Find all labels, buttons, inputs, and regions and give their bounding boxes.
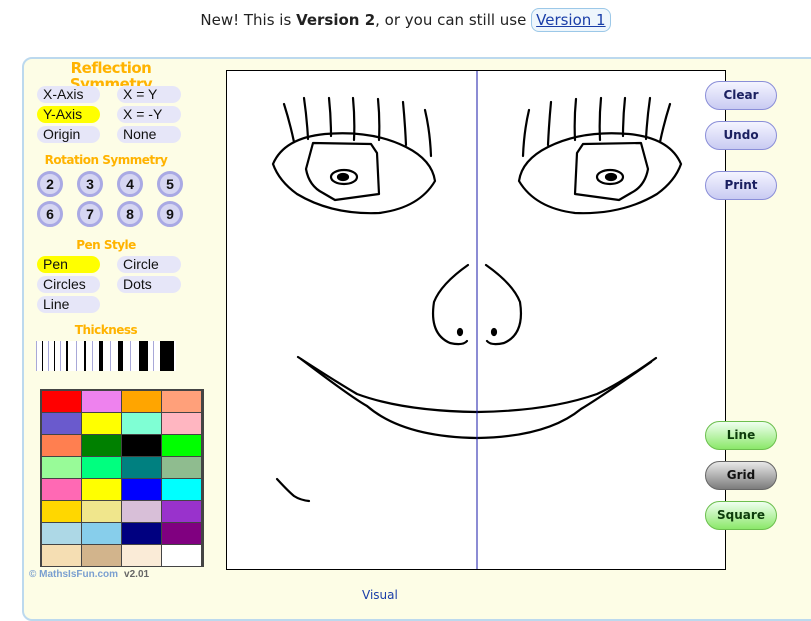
square-button[interactable]: Square <box>705 501 777 530</box>
color-swatch[interactable] <box>42 479 81 500</box>
version-1-link[interactable]: Version 1 <box>531 8 611 32</box>
reflection-x-axis[interactable]: X-Axis <box>37 86 100 103</box>
footer-version: v2.01 <box>124 569 150 580</box>
color-swatch[interactable] <box>162 501 201 522</box>
bottom-link[interactable]: Visual <box>362 588 398 602</box>
color-swatch[interactable] <box>42 501 81 522</box>
color-swatch[interactable] <box>42 457 81 478</box>
thickness-6[interactable] <box>118 341 123 371</box>
pen-style-dots[interactable]: Dots <box>117 276 181 293</box>
rotation-6[interactable]: 6 <box>37 201 63 227</box>
color-swatch[interactable] <box>122 391 161 412</box>
color-swatch[interactable] <box>162 545 201 566</box>
footer: © MathsIsFun.com v2.01 <box>29 569 149 580</box>
color-swatch[interactable] <box>162 457 201 478</box>
thickness-4[interactable] <box>84 341 86 371</box>
rotation-title: Rotation Symmetry <box>44 153 168 167</box>
color-swatch[interactable] <box>42 545 81 566</box>
pen-style-pen[interactable]: Pen <box>37 256 100 273</box>
color-swatch[interactable] <box>42 523 81 544</box>
print-button[interactable]: Print <box>705 171 777 200</box>
drawing <box>271 71 683 569</box>
color-swatch[interactable] <box>82 545 121 566</box>
thickness-title: Thickness <box>74 323 138 337</box>
drawing-canvas[interactable] <box>226 70 726 570</box>
color-swatch[interactable] <box>82 391 121 412</box>
color-swatch[interactable] <box>122 479 161 500</box>
notice-middle: , or you can still use <box>375 11 532 29</box>
reflection-title: Reflection Symmetry <box>69 60 153 86</box>
color-swatch[interactable] <box>122 545 161 566</box>
color-swatch[interactable] <box>162 391 201 412</box>
thickness-3[interactable] <box>66 341 68 371</box>
color-swatch[interactable] <box>42 391 81 412</box>
thickness-8[interactable] <box>160 341 174 371</box>
rotation-5[interactable]: 5 <box>157 171 183 197</box>
footer-brand[interactable]: © MathsIsFun.com <box>29 569 118 580</box>
thickness-1[interactable] <box>42 341 43 371</box>
pen-style-circle[interactable]: Circle <box>117 256 181 273</box>
color-swatch[interactable] <box>162 435 201 456</box>
color-swatch[interactable] <box>82 479 121 500</box>
color-swatch[interactable] <box>122 413 161 434</box>
color-palette <box>40 389 204 567</box>
thickness-2[interactable] <box>54 341 55 371</box>
color-swatch[interactable] <box>162 479 201 500</box>
thickness-selector <box>36 341 176 371</box>
pen-style-circles[interactable]: Circles <box>37 276 100 293</box>
rotation-7[interactable]: 7 <box>77 201 103 227</box>
color-swatch[interactable] <box>122 501 161 522</box>
reflection-y-axis[interactable]: Y-Axis <box>37 106 100 123</box>
color-swatch[interactable] <box>162 523 201 544</box>
rotation-4[interactable]: 4 <box>117 171 143 197</box>
reflection-origin[interactable]: Origin <box>37 126 100 143</box>
thickness-7[interactable] <box>139 341 148 371</box>
color-swatch[interactable] <box>42 413 81 434</box>
clear-button[interactable]: Clear <box>705 81 777 110</box>
color-swatch[interactable] <box>122 435 161 456</box>
color-swatch[interactable] <box>82 435 121 456</box>
reflection-x-equals-neg-y[interactable]: X = -Y <box>117 106 181 123</box>
notice-version: Version 2 <box>296 11 376 29</box>
color-swatch[interactable] <box>42 435 81 456</box>
pen-style-line[interactable]: Line <box>37 296 100 313</box>
rotation-9[interactable]: 9 <box>157 201 183 227</box>
reflection-x-equals-y[interactable]: X = Y <box>117 86 181 103</box>
grid-button[interactable]: Grid <box>705 461 777 490</box>
notice-prefix: New! This is <box>200 11 297 29</box>
thickness-5[interactable] <box>99 341 103 371</box>
color-swatch[interactable] <box>122 523 161 544</box>
color-swatch[interactable] <box>82 523 121 544</box>
rotation-2[interactable]: 2 <box>37 171 63 197</box>
rotation-3[interactable]: 3 <box>77 171 103 197</box>
pen-style-title: Pen Style <box>76 238 136 252</box>
color-swatch[interactable] <box>122 457 161 478</box>
reflection-none[interactable]: None <box>117 126 181 143</box>
color-swatch[interactable] <box>82 413 121 434</box>
color-swatch[interactable] <box>162 413 201 434</box>
version-notice: New! This is Version 2, or you can still… <box>0 8 811 32</box>
line-button[interactable]: Line <box>705 421 777 450</box>
undo-button[interactable]: Undo <box>705 121 777 150</box>
color-swatch[interactable] <box>82 457 121 478</box>
rotation-8[interactable]: 8 <box>117 201 143 227</box>
color-swatch[interactable] <box>82 501 121 522</box>
